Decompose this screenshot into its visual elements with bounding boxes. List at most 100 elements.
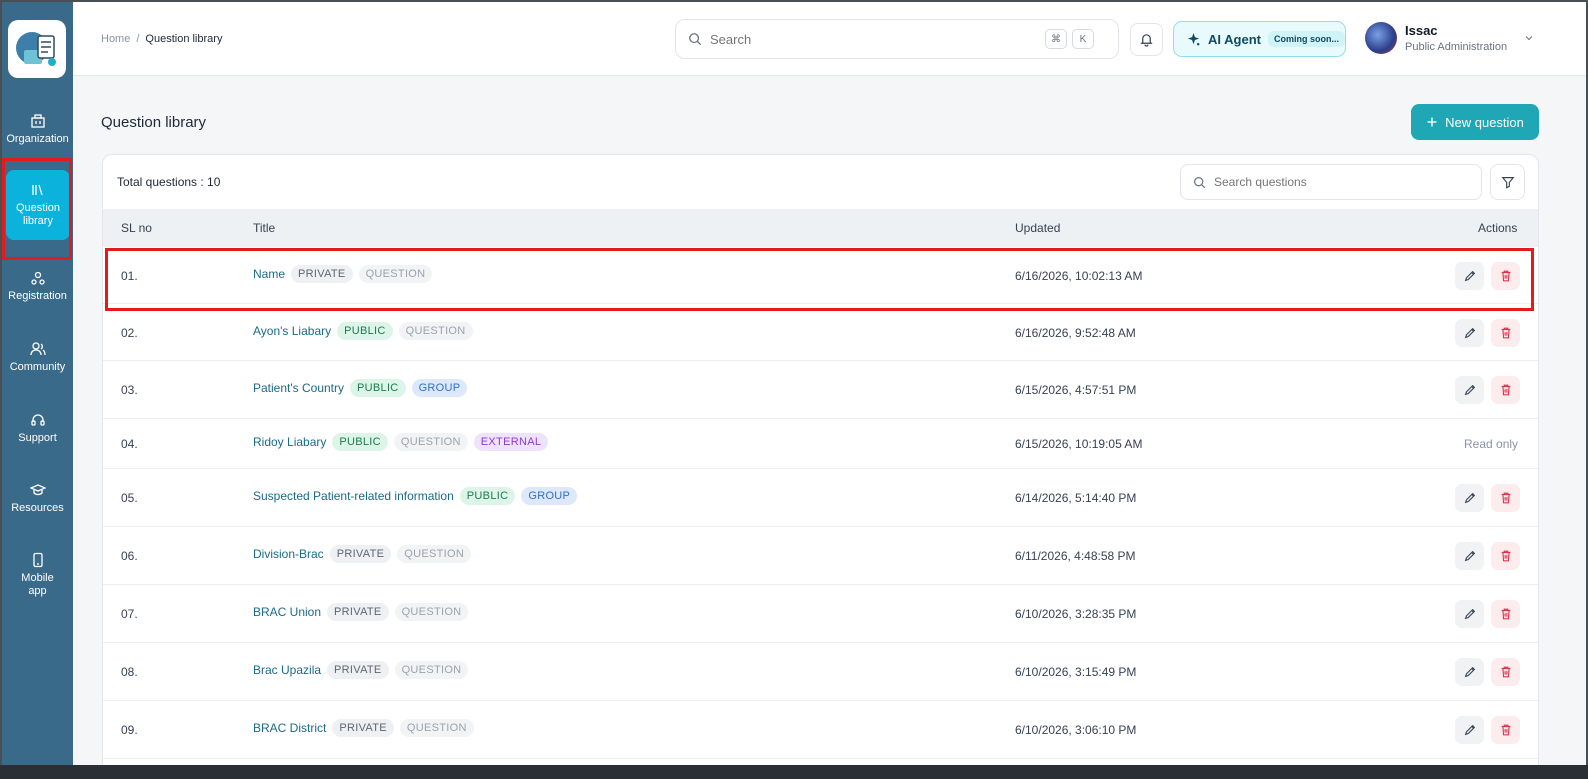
- sidebar-item-registration[interactable]: Registration: [2, 270, 73, 303]
- global-search[interactable]: ⌘ K: [675, 19, 1119, 59]
- table-row[interactable]: 03. Patient's Country PUBLIC GROUP 6/15/2026…: [103, 361, 1538, 419]
- new-question-button[interactable]: New question: [1411, 104, 1539, 140]
- search-input[interactable]: [710, 31, 1040, 47]
- row-sl: 06.: [121, 549, 138, 563]
- sidebar-item-organization[interactable]: Organization: [2, 113, 73, 146]
- avatar: [1365, 22, 1397, 54]
- sidebar-item-community[interactable]: Community: [2, 341, 73, 374]
- sidebar-item-label: Mobile app: [21, 572, 54, 597]
- question-title-link[interactable]: Patient's Country: [253, 381, 344, 395]
- edit-button[interactable]: [1455, 319, 1484, 347]
- filter-icon: [1501, 177, 1514, 189]
- table-row[interactable]: 06. Division-Brac PRIVATE QUESTION 6/11/2026…: [103, 527, 1538, 585]
- question-title-link[interactable]: Name: [253, 267, 285, 281]
- edit-button[interactable]: [1455, 262, 1484, 290]
- notifications-button[interactable]: [1130, 23, 1163, 56]
- tag-question: QUESTION: [394, 661, 469, 679]
- row-actions: [1455, 542, 1520, 570]
- edit-button[interactable]: [1455, 716, 1484, 744]
- row-updated: 6/10/2026, 3:15:49 PM: [1015, 665, 1137, 679]
- kbd-cmd: ⌘: [1045, 29, 1067, 49]
- delete-button[interactable]: [1491, 319, 1520, 347]
- edit-button[interactable]: [1455, 658, 1484, 686]
- question-title-link[interactable]: Suspected Patient-related information: [253, 489, 454, 503]
- sidebar-item-resources[interactable]: Resources: [2, 482, 73, 515]
- sidebar-item-mobile-app[interactable]: Mobile app: [2, 552, 73, 598]
- total-questions: Total questions : 10: [117, 175, 221, 189]
- ai-agent-button[interactable]: AI Agent Coming soon...: [1173, 21, 1346, 57]
- delete-button[interactable]: [1491, 376, 1520, 404]
- filter-button[interactable]: [1490, 164, 1525, 200]
- row-title: Suspected Patient-related information PUB…: [253, 487, 578, 505]
- sidebar-item-label: Support: [18, 432, 57, 444]
- sidebar-item-support[interactable]: Support: [2, 412, 73, 445]
- delete-button[interactable]: [1491, 716, 1520, 744]
- row-title: BRAC District PRIVATE QUESTION: [253, 719, 474, 737]
- row-actions: [1455, 319, 1520, 347]
- column-updated: Updated: [1015, 221, 1061, 235]
- new-question-label: New question: [1445, 114, 1524, 130]
- row-sl: 04.: [121, 437, 138, 451]
- headset-icon: [30, 414, 45, 426]
- pencil-icon: [1464, 492, 1475, 504]
- tag-question: QUESTION: [394, 603, 469, 621]
- sparkle-icon: [1187, 32, 1200, 45]
- delete-button[interactable]: [1491, 600, 1520, 628]
- app-logo[interactable]: [8, 20, 66, 78]
- edit-button[interactable]: [1455, 376, 1484, 404]
- breadcrumb-home[interactable]: Home: [101, 33, 130, 45]
- delete-button[interactable]: [1491, 262, 1520, 290]
- edit-button[interactable]: [1455, 484, 1484, 512]
- question-title-link[interactable]: Ayon's Liabary: [253, 324, 331, 338]
- column-actions: Actions: [1478, 221, 1518, 235]
- trash-icon: [1501, 492, 1510, 504]
- table-row[interactable]: 05. Suspected Patient-related information…: [103, 469, 1538, 527]
- tag-question: QUESTION: [393, 433, 468, 451]
- tag-public: PUBLIC: [350, 379, 406, 397]
- questions-search-input[interactable]: [1214, 175, 1464, 189]
- sidebar-item-label: Community: [9, 361, 66, 373]
- delete-button[interactable]: [1491, 542, 1520, 570]
- sidebar-item-question-library[interactable]: Question library: [6, 170, 70, 240]
- question-title-link[interactable]: Division-Brac: [253, 547, 324, 561]
- table-row[interactable]: 07. BRAC Union PRIVATE QUESTION 6/10/2026, 3…: [103, 585, 1538, 643]
- question-title-link[interactable]: Brac Upazila: [253, 663, 321, 677]
- ai-agent-label: AI Agent: [1208, 31, 1261, 47]
- table-row[interactable]: 01. Name PRIVATE QUESTION 6/16/2026, 10:02:1…: [103, 247, 1538, 304]
- row-sl: 02.: [121, 326, 138, 340]
- trash-icon: [1501, 270, 1510, 282]
- table-row[interactable]: 09. BRAC District PRIVATE QUESTION 6/10/2026…: [103, 701, 1538, 759]
- table-row[interactable]: 08. Brac Upazila PRIVATE QUESTION 6/10/2026,…: [103, 643, 1538, 701]
- row-actions: [1455, 376, 1520, 404]
- tag-group: GROUP: [521, 487, 578, 505]
- tag-public: PUBLIC: [459, 487, 516, 505]
- sidebar: Organization Question library Registrati…: [2, 2, 73, 777]
- app-window: Organization Question library Registrati…: [0, 0, 1588, 779]
- pencil-icon: [1464, 550, 1475, 562]
- row-sl: 07.: [121, 607, 138, 621]
- question-title-link[interactable]: Ridoy Liabary: [253, 435, 326, 449]
- row-actions: [1455, 658, 1520, 686]
- row-sl: 05.: [121, 491, 138, 505]
- row-sl: 08.: [121, 665, 138, 679]
- page-title: Question library: [101, 114, 207, 131]
- sidebar-item-label: Registration: [8, 290, 67, 302]
- row-title: Patient's Country PUBLIC GROUP: [253, 379, 468, 397]
- kbd-k: K: [1072, 29, 1094, 49]
- row-actions: [1455, 262, 1520, 290]
- delete-button[interactable]: [1491, 658, 1520, 686]
- table-row[interactable]: 02. Ayon's Liabary PUBLIC QUESTION 6/16/2026…: [103, 304, 1538, 361]
- user-menu[interactable]: Issac Public Administration: [1365, 22, 1535, 54]
- tag-question: QUESTION: [398, 322, 473, 340]
- tag-private: PRIVATE: [329, 545, 392, 563]
- question-title-link[interactable]: BRAC Union: [253, 605, 321, 619]
- delete-button[interactable]: [1491, 484, 1520, 512]
- breadcrumb-current: Question library: [145, 33, 223, 45]
- row-title: Name PRIVATE QUESTION: [253, 265, 433, 283]
- edit-button[interactable]: [1455, 600, 1484, 628]
- table-row[interactable]: 04. Ridoy Liabary PUBLIC QUESTION EXTERNAL 6/…: [103, 419, 1538, 469]
- questions-search[interactable]: [1180, 164, 1482, 200]
- edit-button[interactable]: [1455, 542, 1484, 570]
- bell-icon: [1140, 34, 1153, 47]
- question-title-link[interactable]: BRAC District: [253, 721, 326, 735]
